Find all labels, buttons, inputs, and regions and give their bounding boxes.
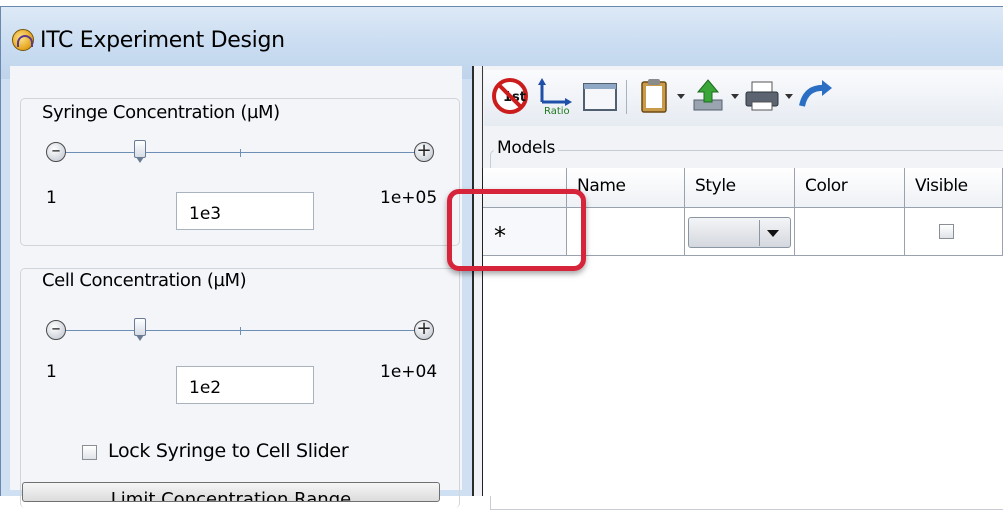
column-header-color[interactable]: Color: [795, 168, 905, 208]
cell-concentration-input[interactable]: 1e2: [176, 366, 314, 404]
clipboard-icon[interactable]: [634, 76, 674, 116]
ratio-axis-icon[interactable]: Ratio: [534, 76, 574, 116]
svg-text:Ratio: Ratio: [544, 106, 570, 116]
cell-increase-button[interactable]: +: [414, 320, 434, 340]
syringe-min-label: 1: [46, 188, 57, 208]
toolbar: 1st Ratio: [484, 70, 1003, 126]
export-icon[interactable]: [688, 76, 728, 116]
syringe-decrease-button[interactable]: –: [46, 142, 66, 162]
cell-slider-thumb[interactable]: [134, 318, 146, 341]
syringe-max-label: 1e+05: [380, 188, 438, 208]
toolbar-separator: [626, 80, 627, 114]
syringe-group-label: Syringe Concentration (µM): [38, 102, 284, 123]
syringe-concentration-input[interactable]: 1e3: [176, 192, 314, 230]
syringe-slider-tick: [240, 149, 241, 157]
print-dropdown-arrow[interactable]: [785, 94, 793, 99]
clipboard-dropdown-arrow[interactable]: [677, 94, 685, 99]
style-dropdown-divider: [759, 220, 760, 246]
cell-group-label: Cell Concentration (µM): [38, 270, 251, 291]
export-dropdown-arrow[interactable]: [731, 94, 739, 99]
cell-slider-tick: [240, 327, 241, 335]
window-title: ITC Experiment Design: [40, 28, 285, 53]
cell-decrease-button[interactable]: –: [46, 320, 66, 340]
syringe-slider-thumb[interactable]: [134, 140, 146, 163]
new-row-visible-cell[interactable]: [905, 208, 1003, 256]
models-label: Models: [494, 138, 559, 158]
lock-syringe-checkbox[interactable]: [82, 445, 97, 460]
new-row-color-cell[interactable]: [795, 208, 905, 256]
cell-max-label: 1e+04: [380, 362, 438, 382]
syringe-slider-track[interactable]: [58, 152, 418, 153]
limit-concentration-button[interactable]: Limit Concentration Range: [22, 482, 440, 502]
annotation-highlight-box: [447, 189, 586, 271]
column-header-style[interactable]: Style: [685, 168, 795, 208]
column-header-visible[interactable]: Visible: [905, 168, 1003, 208]
print-icon[interactable]: [742, 76, 782, 116]
cell-slider-track[interactable]: [58, 330, 418, 331]
window-icon[interactable]: [580, 76, 620, 116]
refresh-icon[interactable]: [796, 76, 836, 116]
no-first-point-icon[interactable]: 1st: [490, 76, 530, 116]
chevron-down-icon[interactable]: [767, 230, 779, 237]
app-logo-icon: [12, 29, 34, 51]
cell-min-label: 1: [46, 362, 57, 382]
visible-checkbox[interactable]: [939, 224, 954, 239]
syringe-increase-button[interactable]: +: [414, 142, 434, 162]
lock-syringe-label: Lock Syringe to Cell Slider: [108, 440, 349, 462]
